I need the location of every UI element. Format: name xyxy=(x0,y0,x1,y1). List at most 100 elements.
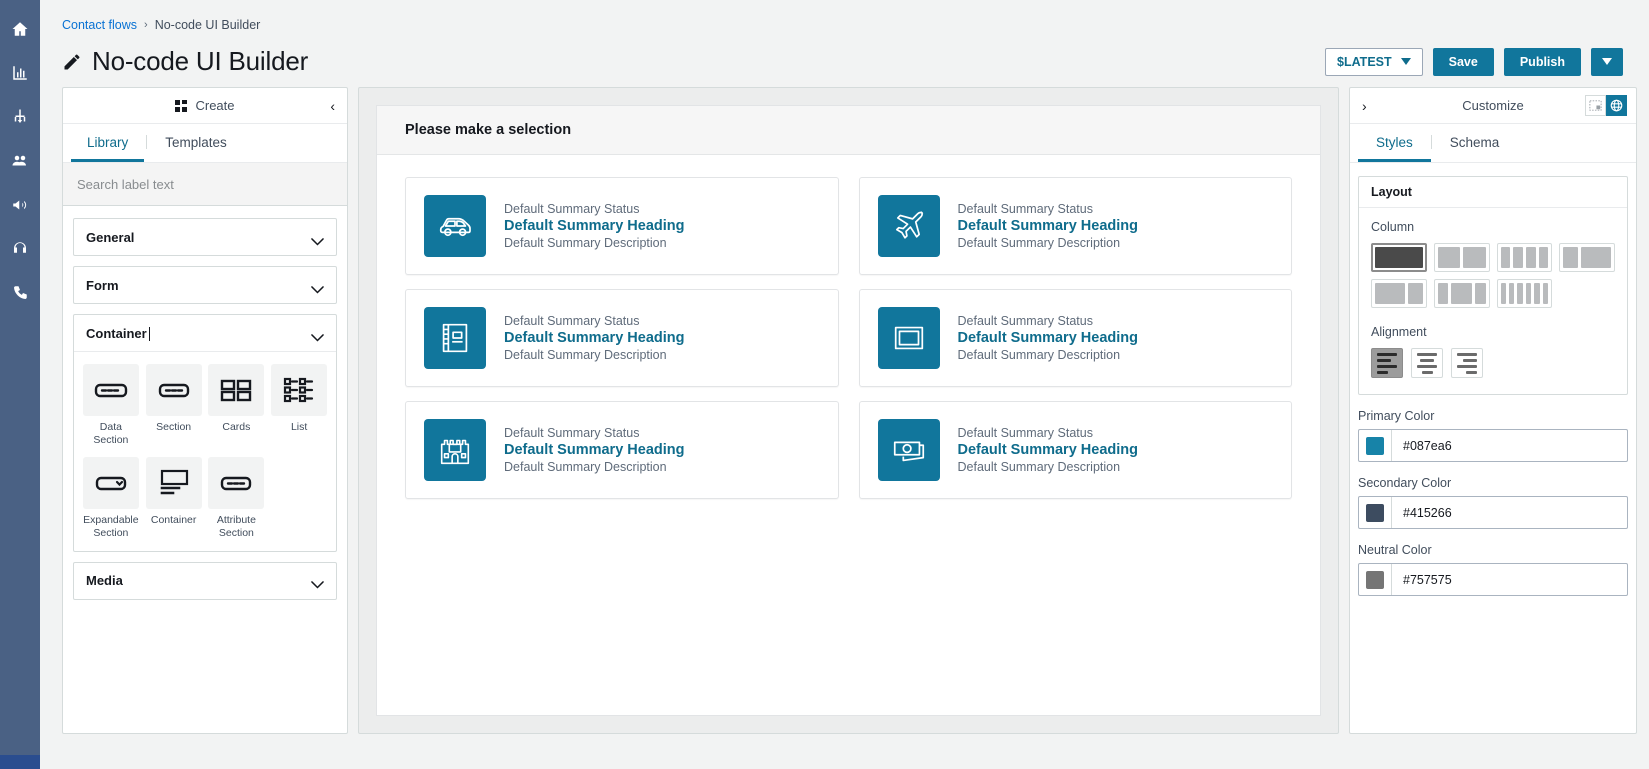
page-header: Contact flows › No-code UI Builder No-co… xyxy=(40,0,1649,77)
align-center-icon[interactable] xyxy=(1411,348,1443,378)
title-row: No-code UI Builder $LATEST Save Publish xyxy=(62,46,1627,77)
title-left-group: No-code UI Builder xyxy=(62,46,308,77)
edit-pencil-icon[interactable] xyxy=(62,52,82,72)
globe-icon[interactable] xyxy=(1606,95,1627,116)
align-left-icon[interactable] xyxy=(1371,348,1403,378)
neutral-color-input[interactable]: #757575 xyxy=(1358,563,1628,596)
grid-icon xyxy=(175,99,188,112)
summary-heading[interactable]: Default Summary Heading xyxy=(958,330,1139,346)
tile-data-section[interactable]: Data Section xyxy=(82,364,140,447)
summary-card[interactable]: Default Summary Status Default Summary H… xyxy=(405,289,839,387)
summary-card[interactable]: Default Summary Status Default Summary H… xyxy=(858,401,1292,499)
collapse-left-panel-icon[interactable]: ‹ xyxy=(330,99,335,113)
save-button[interactable]: Save xyxy=(1432,47,1494,76)
primary-color-value: #087ea6 xyxy=(1403,438,1452,453)
tile-label: Cards xyxy=(222,421,251,433)
accordion-media-header[interactable]: Media xyxy=(74,563,336,599)
column-option-2-wide-left[interactable] xyxy=(1371,279,1427,308)
summary-cards-grid: Default Summary Status Default Summary H… xyxy=(377,155,1320,521)
device-preview-icon[interactable] xyxy=(1585,95,1606,116)
library-accordion-area: General Form Container Data Section Sect… xyxy=(63,206,347,733)
accordion-form-header[interactable]: Form xyxy=(74,267,336,303)
summary-card-text: Default Summary Status Default Summary H… xyxy=(504,426,685,474)
tile-container[interactable]: Container xyxy=(145,457,203,540)
layout-section: Layout Column Alignment xyxy=(1358,176,1628,395)
summary-description: Default Summary Description xyxy=(957,236,1121,250)
neutral-color-swatch-button[interactable] xyxy=(1359,564,1392,595)
column-option-2-even[interactable] xyxy=(1433,243,1490,272)
tab-schema[interactable]: Schema xyxy=(1432,124,1518,162)
summary-heading[interactable]: Default Summary Heading xyxy=(504,218,685,234)
library-panel: Create ‹ Library Templates General xyxy=(62,87,348,734)
accordion-general-header[interactable]: General xyxy=(74,219,336,255)
customize-panel-title: Customize xyxy=(1462,98,1524,113)
alignment-options xyxy=(1371,348,1615,378)
expand-right-panel-icon[interactable]: › xyxy=(1362,98,1367,114)
customize-tabs: Styles Schema xyxy=(1350,124,1636,163)
column-option-1[interactable] xyxy=(1371,243,1427,272)
summary-description: Default Summary Description xyxy=(504,348,667,362)
publish-more-button[interactable] xyxy=(1591,47,1623,76)
accordion-media: Media xyxy=(73,561,337,600)
column-option-3-center[interactable] xyxy=(1433,279,1490,308)
campaign-icon[interactable] xyxy=(7,192,33,218)
tab-divider xyxy=(146,135,148,149)
airplane-icon xyxy=(877,195,940,257)
align-right-icon[interactable] xyxy=(1451,348,1483,378)
summary-heading[interactable]: Default Summary Heading xyxy=(958,442,1139,458)
primary-color-input[interactable]: #087ea6 xyxy=(1358,429,1628,462)
chevron-down-icon xyxy=(311,577,324,589)
summary-card[interactable]: Default Summary Status Default Summary H… xyxy=(405,401,839,499)
tile-label: List xyxy=(290,421,308,433)
tab-styles[interactable]: Styles xyxy=(1358,124,1431,162)
summary-card-text: Default Summary Status Default Summary H… xyxy=(958,426,1139,474)
column-field-label: Column xyxy=(1371,220,1415,234)
search-input[interactable] xyxy=(63,163,347,205)
users-icon[interactable] xyxy=(7,148,33,174)
column-option-6-even[interactable] xyxy=(1496,279,1553,308)
publish-button[interactable]: Publish xyxy=(1503,47,1581,76)
version-select[interactable]: $LATEST xyxy=(1325,47,1423,76)
accordion-container-header[interactable]: Container xyxy=(74,315,336,351)
summary-status: Default Summary Status xyxy=(957,202,1093,216)
breadcrumb-current: No-code UI Builder xyxy=(154,18,261,32)
secondary-color-field: Secondary Color #415266 xyxy=(1358,476,1628,529)
summary-heading[interactable]: Default Summary Heading xyxy=(504,442,685,458)
tile-cards[interactable]: Cards xyxy=(208,364,266,447)
accordion-form: Form xyxy=(73,266,337,304)
container-tile-grid-row2: Expandable Section Container Attribute S… xyxy=(82,457,328,540)
tile-label: Container xyxy=(150,514,197,527)
chevron-down-icon xyxy=(311,329,324,342)
breadcrumb-link-contact-flows[interactable]: Contact flows xyxy=(62,18,137,32)
home-icon[interactable] xyxy=(7,16,33,42)
summary-status: Default Summary Status xyxy=(504,314,640,328)
tab-library[interactable]: Library xyxy=(71,124,145,162)
headset-icon[interactable] xyxy=(7,236,33,262)
analytics-icon[interactable] xyxy=(7,60,33,86)
tile-section[interactable]: Section xyxy=(145,364,203,447)
column-option-2-wide-right[interactable] xyxy=(1559,243,1615,272)
tab-templates[interactable]: Templates xyxy=(149,124,243,162)
secondary-color-swatch-button[interactable] xyxy=(1359,497,1392,528)
customize-body: Layout Column Alignment Primary Color #0… xyxy=(1350,163,1636,733)
page-container: Contact flows › No-code UI Builder No-co… xyxy=(40,0,1649,769)
routing-icon[interactable] xyxy=(7,104,33,130)
customize-panel: › Customize Styles Schema Layout Column … xyxy=(1349,87,1637,734)
column-option-4-even[interactable] xyxy=(1496,243,1553,272)
tile-list[interactable]: List xyxy=(270,364,328,447)
secondary-color-input[interactable]: #415266 xyxy=(1358,496,1628,529)
library-panel-header: Create ‹ xyxy=(63,88,347,124)
tile-expandable-section[interactable]: Expandable Section xyxy=(82,457,140,540)
tile-attribute-section[interactable]: Attribute Section xyxy=(208,457,266,540)
phone-icon[interactable] xyxy=(7,280,33,306)
rail-accent-bar xyxy=(0,755,40,769)
summary-card[interactable]: Default Summary Status Default Summary H… xyxy=(858,177,1292,275)
summary-heading[interactable]: Default Summary Heading xyxy=(504,330,685,346)
summary-card[interactable]: Default Summary Status Default Summary H… xyxy=(858,289,1292,387)
summary-card[interactable]: Default Summary Status Default Summary H… xyxy=(405,177,839,275)
summary-heading[interactable]: Default Summary Heading xyxy=(958,218,1139,234)
column-options-row-1 xyxy=(1371,243,1615,272)
summary-card-text: Default Summary Status Default Summary H… xyxy=(504,314,685,362)
tile-label: Attribute Section xyxy=(216,514,256,540)
primary-color-swatch-button[interactable] xyxy=(1359,430,1392,461)
